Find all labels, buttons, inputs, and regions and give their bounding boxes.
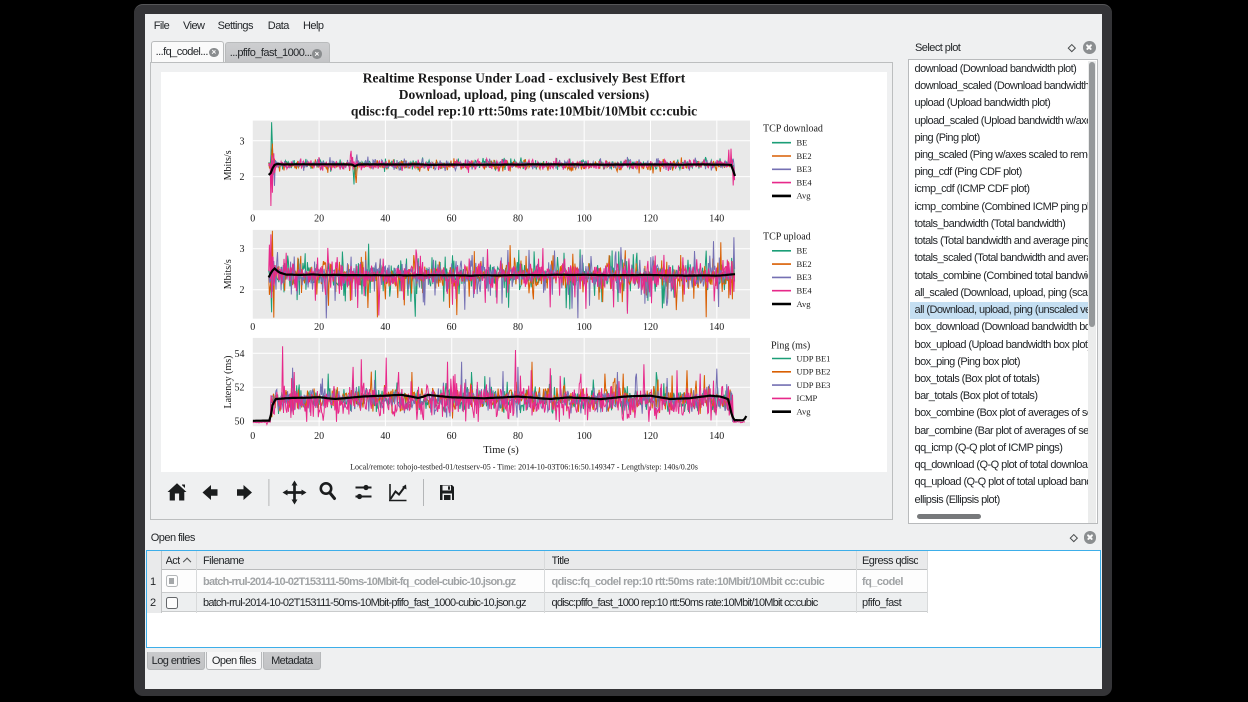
svg-text:Mbits/s: Mbits/s [223, 150, 234, 180]
svg-text:BE4: BE4 [797, 177, 813, 187]
svg-text:140: 140 [709, 431, 724, 442]
svg-text:40: 40 [380, 322, 390, 333]
svg-text:140: 140 [709, 213, 724, 224]
svg-text:120: 120 [643, 431, 658, 442]
svg-text:3: 3 [240, 244, 245, 255]
svg-text:50: 50 [235, 416, 245, 427]
svg-text:40: 40 [380, 213, 390, 224]
svg-text:Download, upload, ping (unscal: Download, upload, ping (unscaled version… [399, 87, 650, 102]
svg-text:BE2: BE2 [797, 259, 812, 269]
svg-text:Avg: Avg [797, 299, 812, 309]
svg-text:80: 80 [513, 213, 523, 224]
svg-text:0: 0 [250, 322, 255, 333]
svg-text:BE2: BE2 [797, 151, 812, 161]
svg-text:Local/remote: tohojo-testbed-0: Local/remote: tohojo-testbed-01/testserv… [350, 462, 698, 471]
svg-text:20: 20 [314, 322, 324, 333]
svg-text:100: 100 [577, 322, 592, 333]
svg-text:140: 140 [709, 322, 724, 333]
svg-text:UDP BE1: UDP BE1 [797, 353, 831, 363]
svg-text:BE: BE [797, 137, 808, 147]
svg-text:ICMP: ICMP [797, 393, 818, 403]
svg-text:54: 54 [235, 349, 245, 360]
svg-text:Realtime Response Under Load -: Realtime Response Under Load - exclusive… [363, 72, 686, 86]
svg-text:Ping (ms): Ping (ms) [771, 340, 810, 351]
svg-text:20: 20 [314, 431, 324, 442]
svg-text:60: 60 [447, 213, 457, 224]
svg-text:40: 40 [380, 431, 390, 442]
svg-text:Mbits/s: Mbits/s [223, 259, 234, 289]
svg-text:52: 52 [235, 382, 245, 393]
svg-text:qdisc:fq_codel rep:10 rtt:50ms: qdisc:fq_codel rep:10 rtt:50ms rate:10Mb… [351, 103, 697, 118]
svg-text:UDP BE2: UDP BE2 [797, 366, 831, 376]
svg-text:Avg: Avg [797, 190, 812, 200]
svg-text:120: 120 [643, 322, 658, 333]
svg-text:120: 120 [643, 213, 658, 224]
svg-text:0: 0 [250, 213, 255, 224]
svg-text:20: 20 [314, 213, 324, 224]
svg-text:2: 2 [240, 285, 245, 296]
svg-text:100: 100 [577, 213, 592, 224]
svg-text:Avg: Avg [797, 406, 812, 416]
svg-text:UDP BE3: UDP BE3 [797, 380, 831, 390]
svg-text:0: 0 [250, 431, 255, 442]
svg-text:100: 100 [577, 431, 592, 442]
svg-text:2: 2 [240, 172, 245, 183]
svg-text:BE3: BE3 [797, 164, 812, 174]
svg-text:TCP download: TCP download [763, 123, 823, 134]
svg-text:BE: BE [797, 245, 808, 255]
svg-text:3: 3 [240, 136, 245, 147]
svg-text:80: 80 [513, 322, 523, 333]
svg-text:80: 80 [513, 431, 523, 442]
svg-text:60: 60 [447, 431, 457, 442]
svg-text:BE4: BE4 [797, 285, 813, 295]
svg-text:Latency (ms): Latency (ms) [223, 355, 234, 408]
svg-text:BE3: BE3 [797, 272, 812, 282]
svg-text:TCP upload: TCP upload [763, 231, 811, 242]
svg-text:60: 60 [447, 322, 457, 333]
svg-text:Time (s): Time (s) [483, 445, 519, 456]
